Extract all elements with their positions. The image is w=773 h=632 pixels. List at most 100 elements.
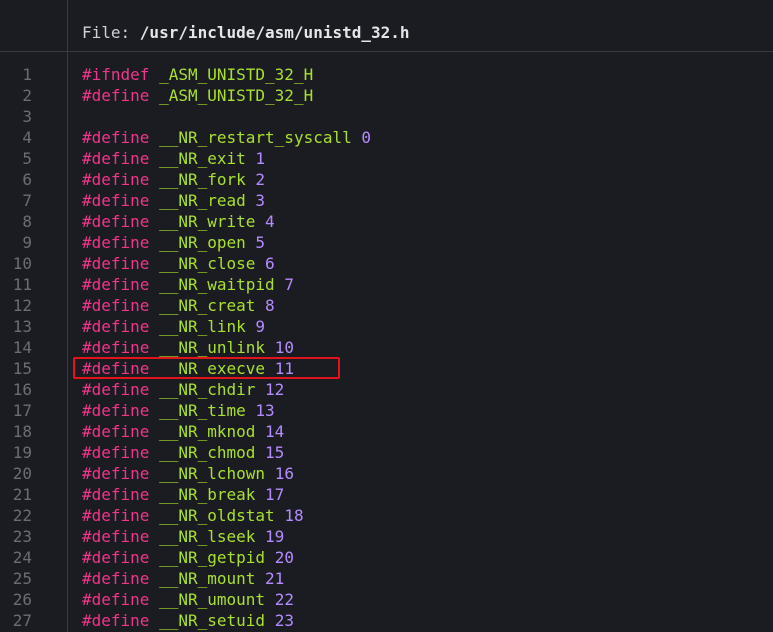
line-number: 10 [12,254,32,273]
line-source: #define __NR_write 4 [82,211,275,232]
code-line: 10 #define __NR_close 6 [0,253,773,274]
line-number: 14 [12,338,32,357]
line-source: #define __NR_chdir 12 [82,379,284,400]
line-source: #define __NR_oldstat 18 [82,505,304,526]
syscall-number: 19 [265,527,285,546]
line-number: 5 [22,149,32,168]
line-source: #define __NR_lseek 19 [82,526,284,547]
line-source: #define __NR_chmod 15 [82,442,284,463]
syscall-number: 20 [274,548,294,567]
line-number: 26 [12,590,32,609]
file-header: File: /usr/include/asm/unistd_32.h [0,0,773,52]
syscall-number: 1 [255,149,266,168]
code-line: 7 #define __NR_read 3 [0,190,773,211]
syscall-number: 8 [265,296,275,315]
syscall-number: 11 [274,359,294,378]
preprocessor-directive: #define [82,443,150,462]
code-line: 8 #define __NR_write 4 [0,211,773,232]
file-viewer-window: File: /usr/include/asm/unistd_32.h 1 #ifn… [0,0,773,632]
macro-name: __NR_umount [159,590,266,609]
syscall-number: 13 [255,401,275,420]
preprocessor-directive: #define [82,212,150,231]
line-number: 23 [12,527,32,546]
line-source: #define __NR_close 6 [82,253,275,274]
syscall-number: 10 [274,338,294,357]
code-line: 9 #define __NR_open 5 [0,232,773,253]
macro-name: __NR_creat [159,296,256,315]
code-line: 26 #define __NR_umount 22 [0,589,773,610]
syscall-number: 22 [274,590,294,609]
line-number: 2 [22,86,32,105]
preprocessor-directive: #define [82,401,150,420]
macro-name: __NR_chdir [159,380,256,399]
preprocessor-directive: #define [82,191,150,210]
syscall-number: 17 [265,485,285,504]
macro-name: __NR_restart_syscall [159,128,352,147]
code-line: 20 #define __NR_lchown 16 [0,463,773,484]
code-line: 11 #define __NR_waitpid 7 [0,274,773,295]
line-number: 3 [22,107,32,126]
syscall-number: 0 [361,128,372,147]
preprocessor-directive: #define [82,128,150,147]
code-line: 15 #define __NR_execve 11 [0,358,773,379]
macro-name: _ASM_UNISTD_32_H [159,86,314,105]
line-source: #define __NR_link 9 [82,316,265,337]
line-source: #define __NR_open 5 [82,232,265,253]
code-line: 12 #define __NR_creat 8 [0,295,773,316]
line-number: 24 [12,548,32,567]
preprocessor-directive: #define [82,275,150,294]
line-number: 1 [22,65,32,84]
line-source: #define __NR_mount 21 [82,568,284,589]
syscall-number: 16 [274,464,294,483]
preprocessor-directive: #define [82,359,150,378]
syscall-number: 4 [265,212,275,231]
macro-name: __NR_read [159,191,246,210]
code-line: 25 #define __NR_mount 21 [0,568,773,589]
code-line: 16 #define __NR_chdir 12 [0,379,773,400]
macro-name: __NR_unlink [159,338,266,357]
code-line: 6 #define __NR_fork 2 [0,169,773,190]
syscall-number: 5 [255,233,266,252]
preprocessor-directive: #define [82,233,150,252]
syscall-number: 14 [265,422,285,441]
line-number: 18 [12,422,32,441]
macro-name: __NR_time [159,401,246,420]
preprocessor-directive: #define [82,548,150,567]
code-line: 14 #define __NR_unlink 10 [0,337,773,358]
code-line: 2 #define _ASM_UNISTD_32_H [0,85,773,106]
preprocessor-directive: #define [82,590,150,609]
preprocessor-directive: #define [82,569,150,588]
code-view: 1 #ifndef _ASM_UNISTD_32_H 2 #define _ASM_U… [0,64,773,631]
line-source: #define __NR_setuid 23 [82,610,294,631]
line-number: 4 [22,128,32,147]
line-number: 25 [12,569,32,588]
line-number: 12 [12,296,32,315]
macro-name: __NR_setuid [159,611,266,630]
preprocessor-directive: #define [82,170,150,189]
preprocessor-directive: #define [82,611,150,630]
code-line: 18 #define __NR_mknod 14 [0,421,773,442]
line-source: #define __NR_umount 22 [82,589,294,610]
macro-name: __NR_oldstat [159,506,275,525]
preprocessor-directive: #define [82,338,150,357]
line-number: 19 [12,443,32,462]
syscall-number: 6 [265,254,275,273]
code-line: 27 #define __NR_setuid 23 [0,610,773,631]
preprocessor-directive: #define [82,506,150,525]
syscall-number: 9 [255,317,266,336]
line-number: 6 [22,170,32,189]
code-line: 1 #ifndef _ASM_UNISTD_32_H [0,64,773,85]
syscall-number: 7 [284,275,294,294]
line-source: #define __NR_restart_syscall 0 [82,127,371,148]
macro-name: _ASM_UNISTD_32_H [159,65,314,84]
syscall-number: 3 [255,191,266,210]
preprocessor-directive: #ifndef [82,65,150,84]
line-source: #define __NR_getpid 20 [82,547,294,568]
preprocessor-directive: #define [82,527,150,546]
file-label: File: [82,23,140,42]
code-line: 21 #define __NR_break 17 [0,484,773,505]
code-line: 5 #define __NR_exit 1 [0,148,773,169]
line-number: 11 [12,275,32,294]
line-source: #define __NR_exit 1 [82,148,265,169]
macro-name: __NR_close [159,254,256,273]
